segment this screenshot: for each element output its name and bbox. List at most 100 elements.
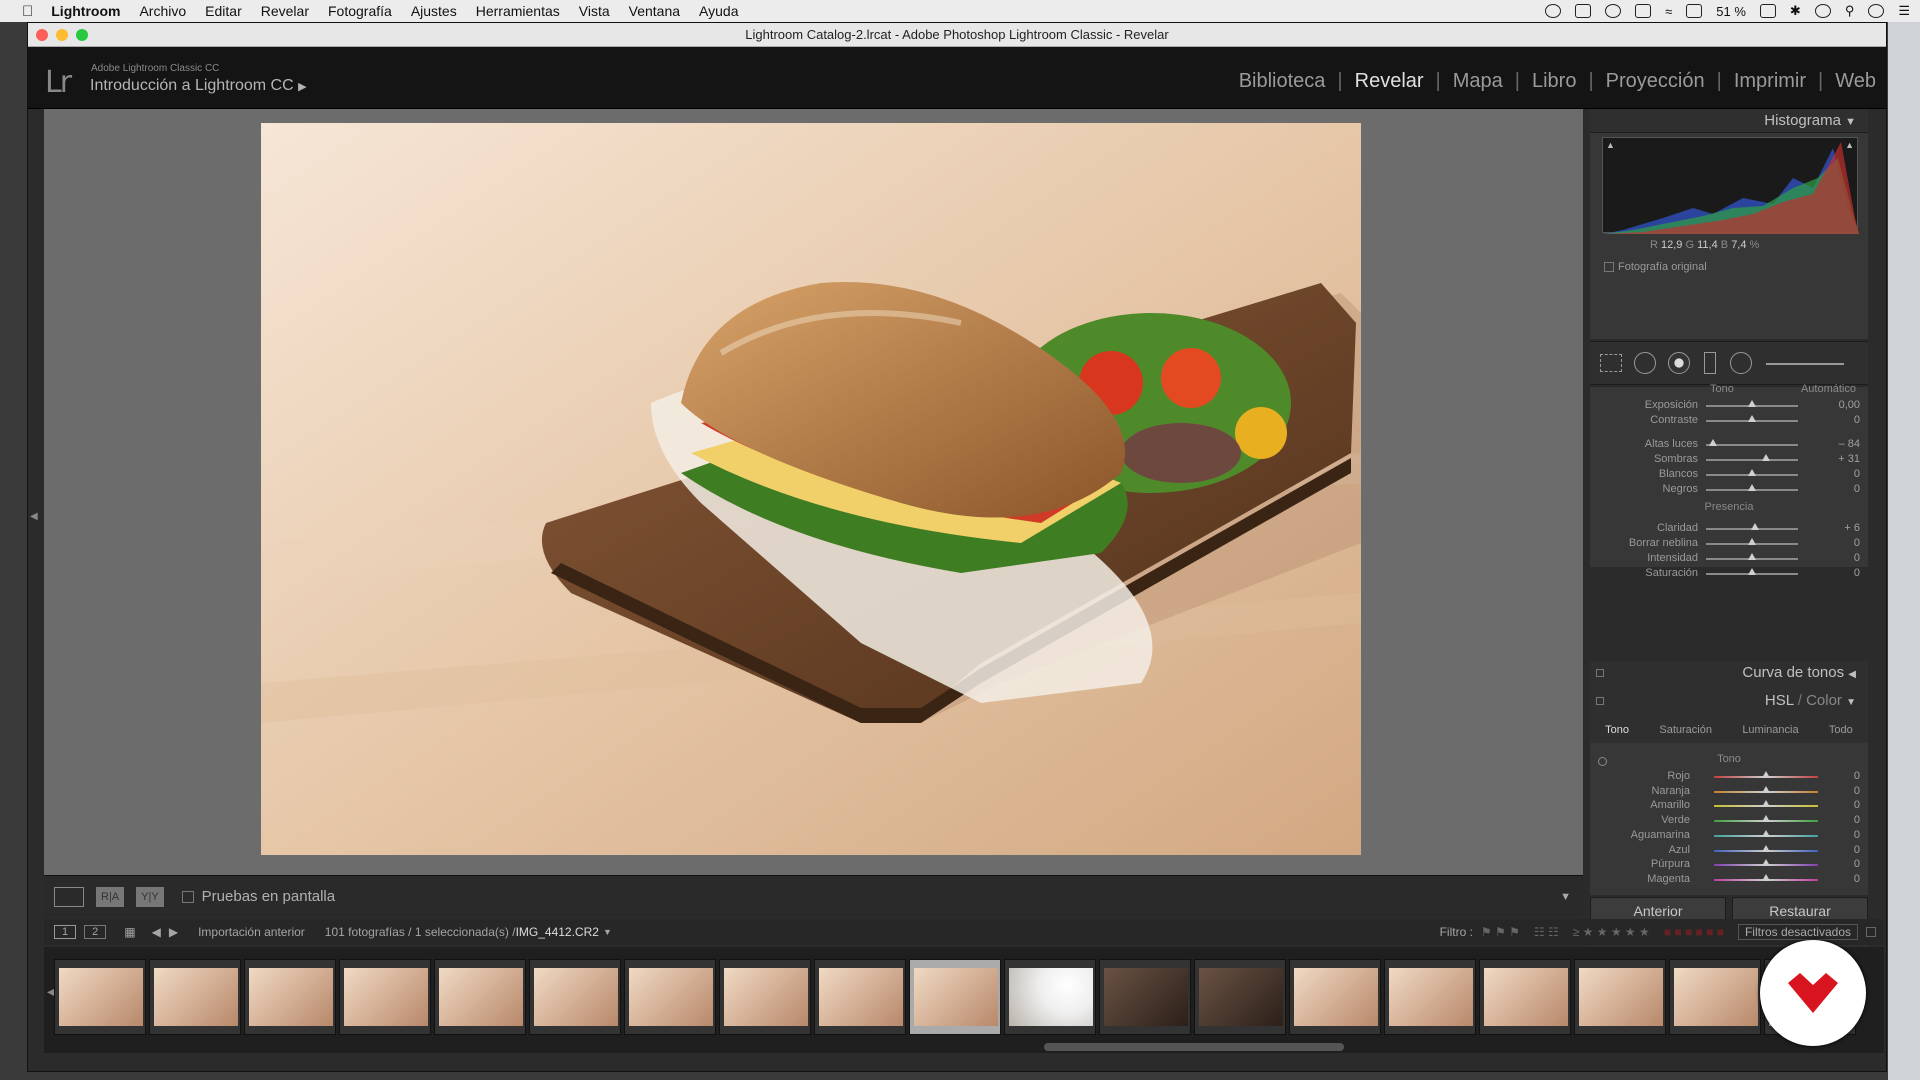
highlight-clipping-icon[interactable]: ▲: [1845, 140, 1854, 150]
hsl-slider-value[interactable]: 0: [1854, 785, 1860, 797]
color-title[interactable]: Color: [1806, 692, 1842, 709]
red-eye-icon[interactable]: [1668, 352, 1690, 374]
slider-thumb[interactable]: [1748, 469, 1756, 476]
menu-revelar[interactable]: Revelar: [261, 3, 309, 19]
edited-filter-icons[interactable]: ☷ ☷: [1534, 925, 1559, 939]
play-triangle-icon[interactable]: ▶: [298, 81, 306, 93]
slider-thumb[interactable]: [1748, 415, 1756, 422]
menu-editar[interactable]: Editar: [205, 3, 242, 19]
hsl-slider-thumb[interactable]: [1762, 785, 1770, 793]
notification-center-icon[interactable]: ☰: [1898, 3, 1910, 19]
filmstrip-thumbnail[interactable]: [719, 959, 811, 1035]
star-filter-icons[interactable]: ≥ ★ ★ ★ ★ ★: [1573, 925, 1650, 939]
selected-filename[interactable]: IMG_4412.CR2: [516, 925, 599, 939]
before-after-yy-button[interactable]: Y|Y: [136, 886, 164, 907]
filmstrip-thumbnail[interactable]: [1099, 959, 1191, 1035]
tone-curve-header[interactable]: Curva de tonos ◀: [1590, 661, 1868, 685]
slider-value[interactable]: 0: [1854, 468, 1860, 480]
slider-thumb[interactable]: [1748, 568, 1756, 575]
filmstrip-thumbnail[interactable]: [1289, 959, 1381, 1035]
hsl-slider-value[interactable]: 0: [1854, 799, 1860, 811]
basic-slider-row[interactable]: Negros 0: [1590, 481, 1868, 499]
time-machine-icon[interactable]: [1814, 4, 1831, 18]
filmstrip-thumbnail[interactable]: [1194, 959, 1286, 1035]
original-photo-toggle[interactable]: Fotografía original: [1604, 261, 1707, 273]
filmstrip-thumbnail[interactable]: [529, 959, 621, 1035]
hsl-slider-row[interactable]: Magenta 0: [1590, 871, 1868, 889]
battery-icon[interactable]: [1759, 4, 1776, 18]
filmstrip-thumbnail[interactable]: [434, 959, 526, 1035]
menu-vista[interactable]: Vista: [579, 3, 610, 19]
histogram-header[interactable]: Histograma ▼: [1590, 109, 1868, 133]
crop-overlay-icon[interactable]: [1600, 354, 1622, 372]
flag-filter-icons[interactable]: ⚑ ⚑ ⚑: [1481, 925, 1520, 939]
slider-thumb[interactable]: [1709, 439, 1718, 446]
module-mapa[interactable]: Mapa: [1453, 70, 1503, 93]
chevron-down-icon[interactable]: ▼: [603, 927, 612, 937]
filters-off-dropdown[interactable]: Filtros desactivados: [1737, 924, 1858, 940]
filmstrip-thumbnail[interactable]: [1574, 959, 1666, 1035]
toolbar-menu-chevron-icon[interactable]: ▼: [1560, 891, 1571, 903]
filmstrip-thumbnail[interactable]: [624, 959, 716, 1035]
slider-track[interactable]: [1706, 459, 1798, 461]
menu-ventana[interactable]: Ventana: [629, 3, 680, 19]
main-window-button[interactable]: 1: [54, 925, 77, 939]
photo-viewer[interactable]: [44, 109, 1583, 875]
color-label-filter-icons[interactable]: ■ ■ ■ ■ ■ ■: [1664, 925, 1724, 939]
menu-archivo[interactable]: Archivo: [139, 3, 186, 19]
slider-value[interactable]: 0: [1854, 414, 1860, 426]
original-checkbox[interactable]: [1604, 262, 1614, 273]
module-libro[interactable]: Libro: [1532, 70, 1576, 93]
slider-value[interactable]: 0: [1854, 537, 1860, 549]
basic-auto-button[interactable]: Automático: [1590, 383, 1868, 395]
minimize-window-button[interactable]: [56, 29, 68, 41]
hsl-slider-thumb[interactable]: [1762, 859, 1770, 867]
filmstrip-thumbnail[interactable]: [814, 959, 906, 1035]
apple-menu-icon[interactable]: : [22, 3, 33, 20]
slider-thumb[interactable]: [1762, 454, 1771, 461]
slider-value[interactable]: + 31: [1838, 453, 1860, 465]
module-web[interactable]: Web: [1835, 70, 1876, 93]
slider-value[interactable]: + 6: [1844, 522, 1860, 534]
slider-value[interactable]: 0,00: [1839, 399, 1860, 411]
siri-icon[interactable]: [1868, 4, 1885, 18]
graduated-filter-icon[interactable]: [1704, 352, 1716, 374]
module-revelar[interactable]: Revelar: [1355, 70, 1424, 93]
source-label[interactable]: Importación anterior: [198, 925, 305, 939]
hsl-slider-thumb[interactable]: [1762, 815, 1770, 823]
hsl-header[interactable]: HSL / Color ▼: [1590, 689, 1868, 713]
tone-curve-toggle[interactable]: [1596, 669, 1604, 677]
module-proyeccion[interactable]: Proyección: [1606, 70, 1705, 93]
slider-thumb[interactable]: [1748, 538, 1756, 545]
menu-fotografia[interactable]: Fotografía: [328, 3, 392, 19]
radial-filter-icon[interactable]: [1730, 352, 1752, 374]
slider-value[interactable]: 0: [1854, 552, 1860, 564]
before-after-button[interactable]: R|A: [96, 886, 125, 907]
slider-track[interactable]: [1706, 444, 1798, 446]
left-panel-toggle[interactable]: ◀: [28, 111, 41, 881]
shadow-clipping-icon[interactable]: ▲: [1606, 140, 1615, 150]
hsl-title[interactable]: HSL: [1765, 692, 1794, 709]
filmstrip-thumbnail[interactable]: [909, 959, 1001, 1035]
menu-app[interactable]: Lightroom: [51, 3, 120, 19]
filter-lock-icon[interactable]: [1866, 927, 1876, 937]
back-arrow-icon[interactable]: ◀: [152, 925, 161, 939]
hsl-slider-value[interactable]: 0: [1854, 829, 1860, 841]
record-icon[interactable]: [1545, 4, 1562, 18]
tab-tono[interactable]: Tono: [1605, 724, 1629, 736]
close-window-button[interactable]: [36, 29, 48, 41]
slider-thumb[interactable]: [1748, 484, 1756, 491]
filmstrip-thumbnail[interactable]: [1669, 959, 1761, 1035]
filmstrip-thumbnail[interactable]: [1384, 959, 1476, 1035]
menu-ayuda[interactable]: Ayuda: [699, 3, 738, 19]
spotlight-search-icon[interactable]: ⚲: [1845, 3, 1855, 19]
grid-view-icon[interactable]: ▦: [124, 925, 135, 939]
hsl-slider-value[interactable]: 0: [1854, 844, 1860, 856]
basic-slider-row[interactable]: Contraste 0: [1590, 412, 1868, 430]
menu-ajustes[interactable]: Ajustes: [411, 3, 457, 19]
filmstrip[interactable]: ◀: [44, 947, 1884, 1053]
hsl-slider-value[interactable]: 0: [1854, 873, 1860, 885]
basic-slider-row[interactable]: Saturación 0: [1590, 565, 1868, 583]
second-window-button[interactable]: 2: [84, 925, 107, 939]
hsl-slider-value[interactable]: 0: [1854, 814, 1860, 826]
